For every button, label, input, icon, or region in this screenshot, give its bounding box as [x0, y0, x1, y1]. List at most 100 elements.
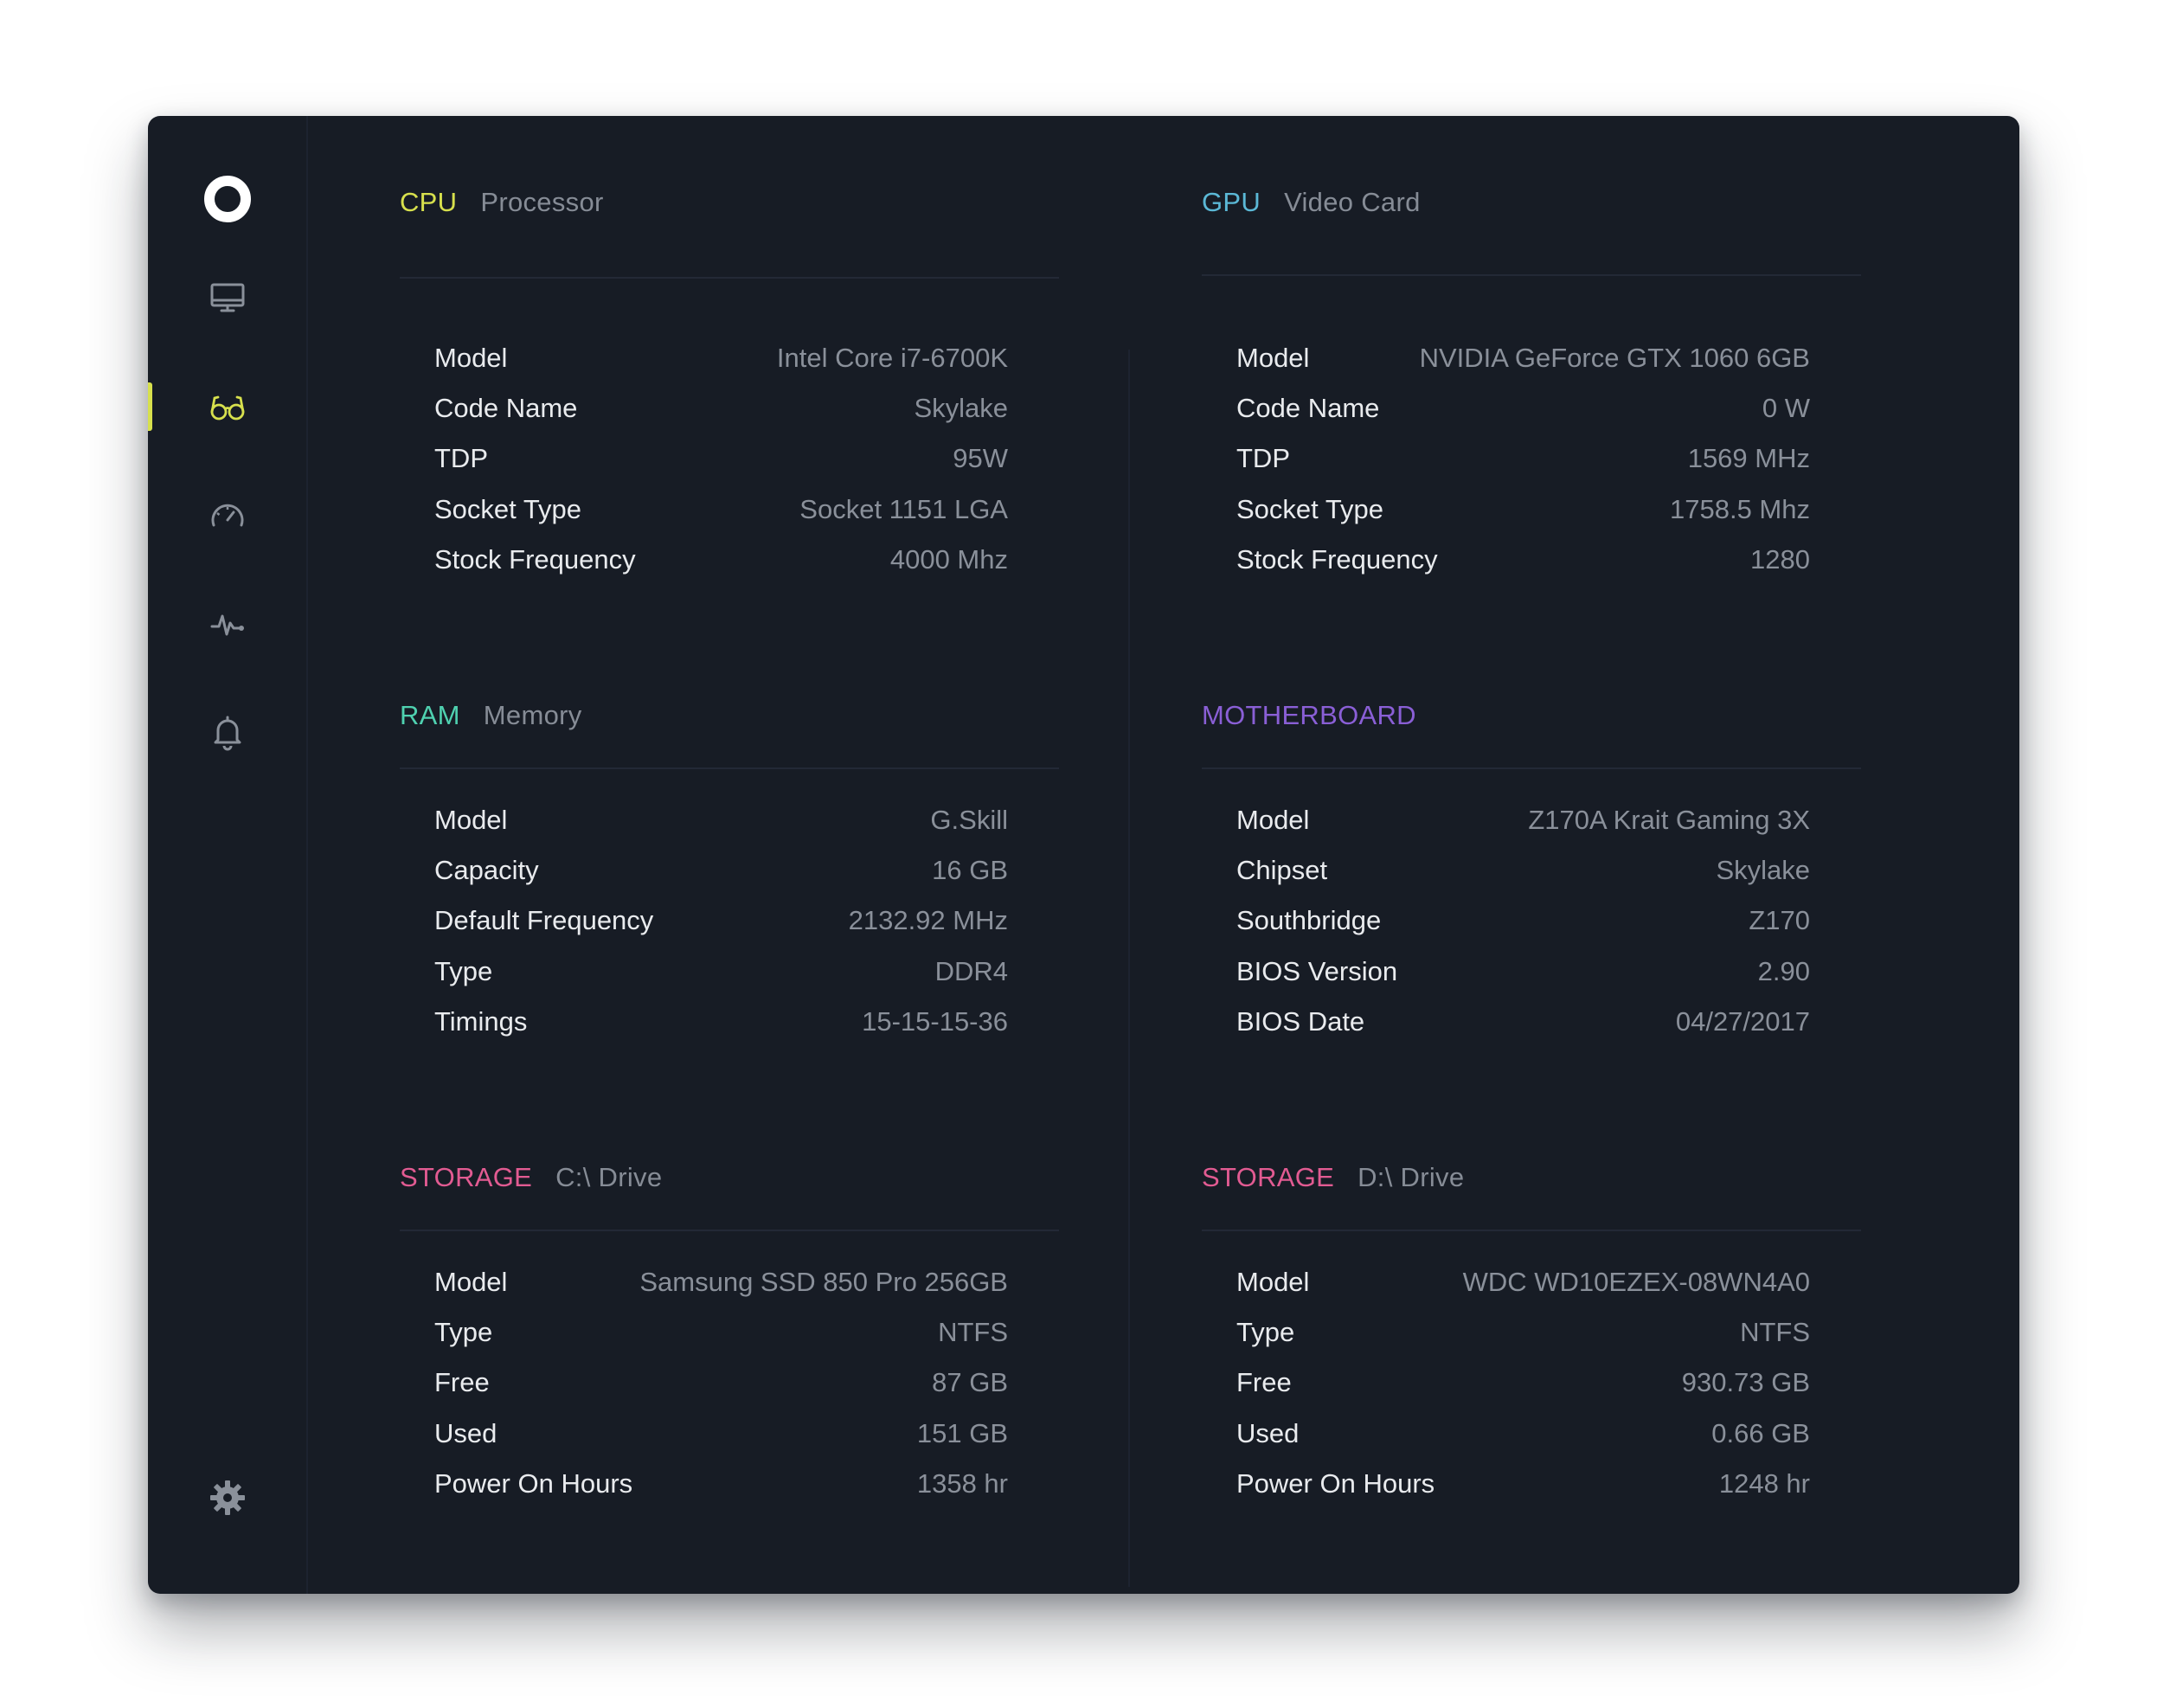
spec-label: BIOS Date — [1236, 1005, 1365, 1037]
spec-value: 1758.5 Mhz — [1670, 493, 1810, 524]
spec-row: Timings 15-15-15-36 — [434, 997, 1008, 1047]
panel-subtitle: C:\ Drive — [555, 1162, 663, 1192]
spec-value: Samsung SSD 850 Pro 256GB — [639, 1267, 1008, 1298]
panel-header: CPU Processor — [400, 185, 1059, 220]
spec-value: DDR4 — [934, 955, 1008, 986]
panel-divider — [1202, 767, 1861, 769]
spec-label: Free — [434, 1367, 490, 1398]
panel-tag: RAM — [400, 700, 460, 730]
spec-value: 87 GB — [932, 1367, 1008, 1398]
panel-subtitle: D:\ Drive — [1357, 1162, 1465, 1192]
cpu-panel: CPU Processor Model Intel Core i7-6700K C… — [400, 185, 1059, 704]
monitor-icon — [210, 283, 244, 312]
spec-row: Type NTFS — [434, 1307, 1008, 1358]
spec-label: Model — [434, 1267, 508, 1298]
spec-value: 151 GB — [916, 1417, 1008, 1448]
spec-row: Stock Frequency 4000 Mhz — [434, 535, 1008, 585]
spec-label: Type — [434, 1317, 493, 1348]
spec-label: Capacity — [434, 855, 539, 886]
spec-label: TDP — [1236, 443, 1290, 474]
nav-performance[interactable] — [148, 489, 306, 544]
storage-c-panel: STORAGE C:\ Drive Model Samsung SSD 850 P… — [400, 1160, 1059, 1576]
spec-label: Socket Type — [1236, 493, 1384, 524]
spec-value: Skylake — [914, 393, 1008, 424]
spec-row: Model Intel Core i7-6700K — [434, 333, 1008, 383]
spec-label: Stock Frequency — [434, 543, 636, 575]
spec-value: WDC WD10EZEX-08WN4A0 — [1462, 1267, 1810, 1298]
glasses-icon — [210, 395, 244, 421]
spec-list: Model G.Skill Capacity 16 GB Default Frequ… — [434, 795, 1008, 1047]
spec-value: 04/27/2017 — [1675, 1005, 1810, 1037]
panel-divider — [400, 277, 1059, 279]
spec-row: Stock Frequency 1280 — [1236, 535, 1810, 585]
nav-monitoring[interactable] — [148, 597, 306, 652]
panel-tag: STORAGE — [1202, 1162, 1335, 1192]
spec-row: Chipset Skylake — [1236, 845, 1810, 896]
panel-divider — [400, 767, 1059, 769]
gpu-panel: GPU Video Card Model NVIDIA GeForce GTX 1… — [1202, 185, 1861, 704]
spec-label: Used — [1236, 1417, 1300, 1448]
spec-label: Used — [434, 1417, 497, 1448]
spec-row: Model WDC WD10EZEX-08WN4A0 — [1236, 1257, 1810, 1307]
nav-hardware-info[interactable] — [148, 379, 306, 434]
spec-label: Southbridge — [1236, 905, 1382, 936]
spec-value: 930.73 GB — [1681, 1367, 1810, 1398]
spec-row: Type NTFS — [1236, 1307, 1810, 1358]
spec-row: Free 930.73 GB — [1236, 1358, 1810, 1408]
spec-list: Model Samsung SSD 850 Pro 256GB Type NTFS … — [434, 1257, 1008, 1509]
spec-row: BIOS Date 04/27/2017 — [1236, 997, 1810, 1047]
spec-label: Code Name — [1236, 393, 1380, 424]
pulse-icon — [210, 614, 244, 636]
spec-label: Model — [434, 805, 508, 836]
spec-row: Model G.Skill — [434, 795, 1008, 845]
spec-value: 0 W — [1762, 393, 1810, 424]
spec-value: 4000 Mhz — [889, 543, 1008, 575]
panel-subtitle: Memory — [483, 700, 582, 730]
nav-notifications[interactable] — [148, 704, 306, 760]
spec-label: Stock Frequency — [1236, 543, 1438, 575]
panel-tag: STORAGE — [400, 1162, 533, 1192]
spec-value: Socket 1151 LGA — [799, 493, 1008, 524]
spec-row: Code Name 0 W — [1236, 383, 1810, 433]
speedometer-icon — [211, 504, 243, 527]
spec-row: Used 151 GB — [434, 1409, 1008, 1459]
panel-header: RAM Memory — [400, 698, 1059, 733]
panel-header: MOTHERBOARD — [1202, 698, 1861, 733]
spec-row: TDP 1569 MHz — [1236, 433, 1810, 484]
spec-value: NTFS — [1740, 1317, 1810, 1348]
logo-ring-icon[interactable] — [202, 173, 254, 225]
panel-header: STORAGE D:\ Drive — [1202, 1160, 1861, 1195]
spec-value: NTFS — [938, 1317, 1008, 1348]
spec-label: Power On Hours — [434, 1467, 633, 1499]
spec-row: Default Frequency 2132.92 MHz — [434, 896, 1008, 946]
spec-value: 95W — [953, 443, 1008, 474]
spec-value: 2132.92 MHz — [848, 905, 1008, 936]
spec-label: Model — [434, 343, 508, 374]
spec-label: Code Name — [434, 393, 578, 424]
nav-monitor[interactable] — [148, 270, 306, 325]
spec-label: Model — [1236, 1267, 1310, 1298]
spec-list: Model Z170A Krait Gaming 3X Chipset Skylak… — [1236, 795, 1810, 1047]
spec-label: Type — [434, 955, 493, 986]
panel-subtitle: Video Card — [1284, 187, 1421, 217]
spec-row: TDP 95W — [434, 433, 1008, 484]
spec-row: Socket Type Socket 1151 LGA — [434, 485, 1008, 535]
spec-label: Default Frequency — [434, 905, 654, 936]
spec-value: 1248 hr — [1718, 1467, 1810, 1499]
bell-icon — [214, 716, 241, 751]
panel-divider — [1202, 1230, 1861, 1231]
spec-label: Power On Hours — [1236, 1467, 1435, 1499]
spec-value: Z170A Krait Gaming 3X — [1528, 805, 1810, 836]
spec-row: Southbridge Z170 — [1236, 896, 1810, 946]
spec-value: 0.66 GB — [1711, 1417, 1810, 1448]
spec-value: NVIDIA GeForce GTX 1060 6GB — [1419, 343, 1810, 374]
panel-header: GPU Video Card — [1202, 185, 1861, 220]
sidebar — [148, 116, 308, 1594]
spec-row: Socket Type 1758.5 Mhz — [1236, 485, 1810, 535]
spec-value: 1358 hr — [916, 1467, 1008, 1499]
panel-divider — [1202, 274, 1861, 276]
nav-settings[interactable] — [148, 1470, 306, 1525]
spec-row: Power On Hours 1248 hr — [1236, 1459, 1810, 1509]
spec-list: Model Intel Core i7-6700K Code Name Skylak… — [434, 333, 1008, 585]
spec-row: Free 87 GB — [434, 1358, 1008, 1408]
